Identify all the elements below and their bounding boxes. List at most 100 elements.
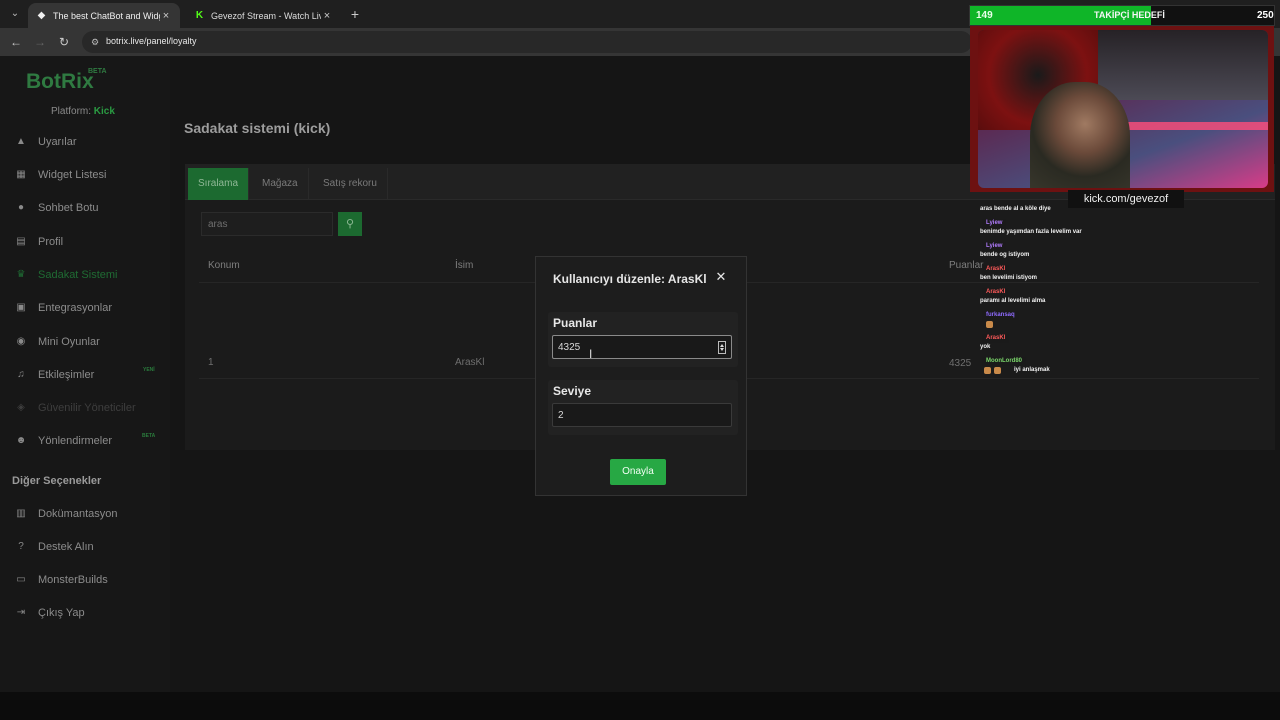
chat-message: iyi anlaşmak xyxy=(1014,367,1050,373)
edit-user-modal: Kullanıcıyı düzenle: ArasKl ✕ Puanlar 43… xyxy=(535,256,747,496)
logo[interactable]: BotRix xyxy=(26,70,94,94)
sidebar-item-label: Etkileşimler xyxy=(38,369,95,381)
search-input[interactable]: aras xyxy=(201,212,333,236)
tab-title: Gevezof Stream - Watch Live on xyxy=(211,10,321,21)
cell-position: 1 xyxy=(208,357,214,368)
profile-icon: ▤ xyxy=(16,236,26,247)
level-value: 2 xyxy=(558,410,564,421)
chat-message: bende og istiyom xyxy=(980,252,1030,258)
decrement-icon[interactable] xyxy=(720,348,724,351)
search-button[interactable]: ⚲ xyxy=(338,212,362,236)
sidebar-item-logout[interactable]: ⇥ Çıkış Yap xyxy=(14,603,85,623)
sidebar-item-label: Dokümantasyon xyxy=(38,508,118,520)
reload-icon[interactable]: ↻ xyxy=(56,34,72,50)
sidebar: BotRix BETA Platform: Kick ▲ Uyarılar ▦ … xyxy=(0,56,170,692)
desktop-icon: ▭ xyxy=(16,574,26,585)
page-title: Sadakat sistemi (kick) xyxy=(184,120,331,136)
sidebar-item-profile[interactable]: ▤ Profil xyxy=(14,232,63,252)
chat-username: ArasKl xyxy=(982,265,1010,274)
sidebar-item-redirects[interactable]: ☻ Yönlendirmeler xyxy=(14,431,112,451)
level-label: Seviye xyxy=(553,384,592,398)
webcam-feed xyxy=(978,30,1268,188)
sidebar-item-loyalty[interactable]: ♛ Sadakat Sistemi xyxy=(14,265,118,285)
sidebar-item-minigames[interactable]: ◉ Mini Oyunlar xyxy=(14,332,100,352)
emote-icon xyxy=(984,367,991,374)
music-icon: ♫ xyxy=(17,369,25,380)
increment-icon[interactable] xyxy=(720,344,724,347)
confirm-button[interactable]: Onayla xyxy=(610,459,666,485)
beta-badge: BETA xyxy=(142,433,156,439)
sidebar-item-trusted-moderators: ◈ Güvenilir Yöneticiler xyxy=(14,398,135,418)
sidebar-item-label: Destek Alın xyxy=(38,541,94,553)
sidebar-item-label: Entegrasyonlar xyxy=(38,302,112,314)
taskbar-strip xyxy=(0,692,1280,720)
chat-username: furkansaq xyxy=(982,311,1019,320)
close-icon[interactable]: × xyxy=(160,10,172,22)
browser-tab-kick[interactable]: K Gevezof Stream - Watch Live on × xyxy=(186,3,341,28)
close-icon[interactable]: × xyxy=(321,10,333,22)
goal-label: TAKİPÇİ HEDEFİ xyxy=(1094,10,1165,20)
sidebar-item-label: Widget Listesi xyxy=(38,169,107,181)
browser-tab-botrix[interactable]: ◆ The best ChatBot and Widgets × xyxy=(28,3,180,28)
sidebar-item-integrations[interactable]: ▣ Entegrasyonlar xyxy=(14,298,112,318)
chat-username: Lyiew xyxy=(982,242,1007,251)
sidebar-item-label: Yönlendirmeler xyxy=(38,435,112,447)
sidebar-item-label: Mini Oyunlar xyxy=(38,336,100,348)
points-field-group: Puanlar 4325 xyxy=(548,312,738,367)
points-label: Puanlar xyxy=(553,316,598,330)
sidebar-item-interactions[interactable]: ♫ Etkileşimler xyxy=(14,365,94,385)
sidebar-item-label: Sohbet Botu xyxy=(38,202,99,214)
sidebar-item-label: Çıkış Yap xyxy=(38,607,85,619)
platform-value: Kick xyxy=(93,106,115,117)
chat-overlay: aras bende al a köle diye Lyiew benimde … xyxy=(978,204,1238,380)
search-icon: ⚲ xyxy=(345,218,355,230)
column-header-position: Konum xyxy=(208,260,240,271)
sidebar-item-label: Profil xyxy=(38,236,64,248)
back-icon[interactable]: ← xyxy=(8,34,24,50)
stream-overlay: 149 TAKİPÇİ HEDEFİ 250 kick.com/gevezof xyxy=(968,4,1276,216)
tab-title: The best ChatBot and Widgets xyxy=(53,10,160,21)
points-input[interactable]: 4325 xyxy=(552,335,732,359)
level-input[interactable]: 2 xyxy=(552,403,732,427)
chat-message: benimde yaşımdan fazla levelim var xyxy=(980,229,1082,235)
sidebar-item-alerts[interactable]: ▲ Uyarılar xyxy=(14,132,76,152)
cell-name: ArasKl xyxy=(455,357,485,368)
points-value: 4325 xyxy=(558,342,581,353)
chat-message: aras bende al a köle diye xyxy=(980,206,1051,212)
logout-icon: ⇥ xyxy=(16,607,26,618)
url-text: botrix.live/panel/loyalty xyxy=(106,36,197,46)
streamer-figure xyxy=(1030,82,1130,188)
section-title-other-options: Diğer Seçenekler xyxy=(12,475,102,487)
platform-indicator: Platform: Kick xyxy=(51,106,115,117)
tab-ranking[interactable]: Sıralama xyxy=(188,168,250,200)
address-bar[interactable]: ⚙ botrix.live/panel/loyalty xyxy=(82,31,972,53)
sidebar-item-label: Sadakat Sistemi xyxy=(38,269,118,281)
help-icon: ? xyxy=(18,541,24,552)
new-tab-icon[interactable]: + xyxy=(347,6,363,22)
sidebar-item-support[interactable]: ? Destek Alın xyxy=(14,537,94,557)
tab-shop[interactable]: Mağaza xyxy=(252,168,309,200)
close-icon[interactable]: ✕ xyxy=(714,270,728,284)
chat-message: ben levelimi istiyom xyxy=(980,275,1038,281)
list-icon: ▦ xyxy=(16,169,26,180)
kick-favicon-icon: K xyxy=(195,10,204,21)
goal-current: 149 xyxy=(976,10,993,21)
sidebar-item-widgets[interactable]: ▦ Widget Listesi xyxy=(14,165,106,185)
sidebar-item-monsterbuilds[interactable]: ▭ MonsterBuilds xyxy=(14,570,107,590)
forward-icon[interactable]: → xyxy=(32,34,48,50)
platform-label: Platform: xyxy=(51,106,92,117)
gamepad-icon: ◉ xyxy=(16,336,26,347)
tab-search-icon[interactable]: ⌄ xyxy=(6,5,24,23)
column-header-name: İsim xyxy=(455,260,474,271)
site-settings-icon[interactable]: ⚙ xyxy=(88,35,102,49)
sidebar-item-chatbot[interactable]: ● Sohbet Botu xyxy=(14,198,99,218)
chat-username: MoonLord80 xyxy=(982,357,1026,366)
integration-icon: ▣ xyxy=(16,302,26,313)
goal-target: 250 xyxy=(1257,10,1274,21)
tab-sales-record[interactable]: Satış rekoru xyxy=(313,168,388,200)
sidebar-item-documentation[interactable]: ▥ Dokümantasyon xyxy=(14,504,118,524)
number-spinner[interactable] xyxy=(718,341,726,354)
chat-username: ArasKl xyxy=(982,334,1010,343)
webcam-frame xyxy=(970,26,1274,192)
book-icon: ▥ xyxy=(16,508,26,519)
